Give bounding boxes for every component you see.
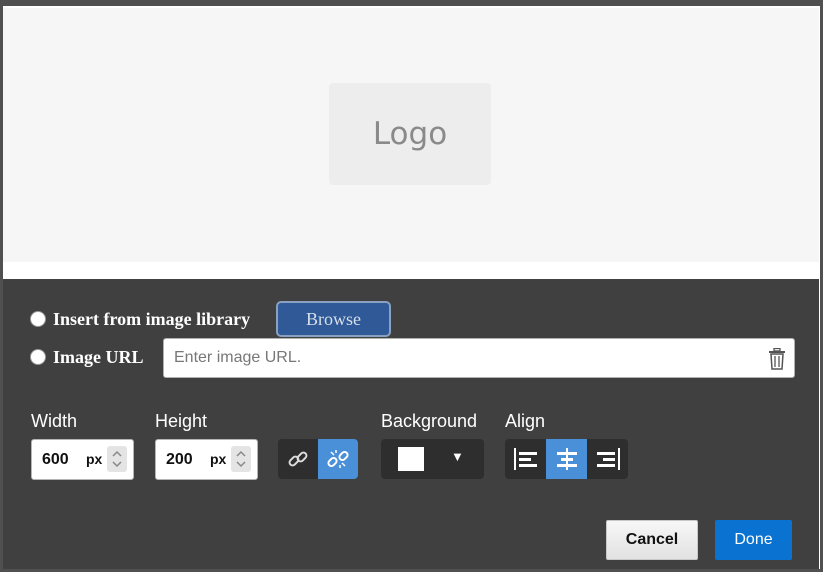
- browse-button[interactable]: Browse: [276, 301, 391, 337]
- align-center-icon: [556, 448, 577, 470]
- align-right-button[interactable]: [587, 439, 628, 479]
- width-value[interactable]: 600: [42, 451, 69, 469]
- library-label: Insert from image library: [53, 309, 251, 329]
- background-color-picker[interactable]: ▼: [381, 439, 484, 479]
- cancel-button[interactable]: Cancel: [606, 520, 698, 560]
- align-left-icon: [513, 448, 537, 470]
- dropdown-caret-icon: ▼: [451, 449, 464, 464]
- width-label: Width: [31, 411, 78, 431]
- height-spin-icon[interactable]: [231, 446, 251, 472]
- link-icon: [288, 451, 308, 467]
- background-swatch: [398, 447, 424, 471]
- link-button[interactable]: [278, 439, 318, 479]
- align-group: [505, 439, 628, 479]
- logo-placeholder: Logo: [329, 83, 491, 185]
- align-right-icon: [596, 448, 620, 470]
- url-radio[interactable]: [30, 349, 46, 365]
- height-label: Height: [155, 411, 208, 431]
- trash-icon[interactable]: [768, 348, 786, 370]
- align-label: Align: [505, 411, 546, 431]
- width-unit: px: [86, 451, 103, 467]
- width-spin-icon[interactable]: [107, 446, 127, 472]
- image-settings-panel: Insert from image library Browse Image U…: [3, 279, 819, 569]
- align-left-button[interactable]: [505, 439, 546, 479]
- height-unit: px: [210, 451, 227, 467]
- unlink-icon: [327, 450, 349, 468]
- library-radio[interactable]: [30, 311, 46, 327]
- aspect-lock-group: [278, 439, 358, 479]
- url-label: Image URL: [53, 347, 144, 367]
- image-url-field[interactable]: [163, 338, 795, 378]
- logo-text: Logo: [372, 116, 448, 152]
- width-stepper[interactable]: 600 px: [31, 439, 134, 480]
- unlink-button[interactable]: [318, 439, 358, 479]
- done-button[interactable]: Done: [715, 520, 792, 560]
- height-stepper[interactable]: 200 px: [155, 439, 258, 480]
- image-url-input[interactable]: [174, 339, 754, 377]
- height-value[interactable]: 200: [166, 451, 193, 469]
- align-center-button[interactable]: [546, 439, 587, 479]
- image-preview: Logo: [3, 8, 819, 262]
- background-label: Background: [381, 411, 478, 431]
